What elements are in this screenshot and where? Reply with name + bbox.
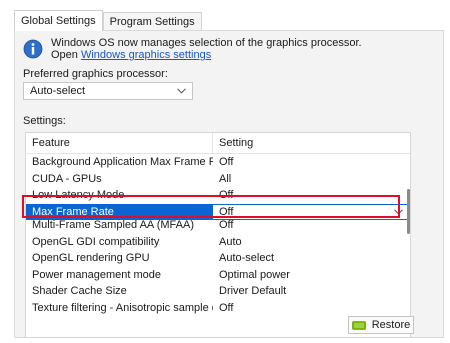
restore-label: Restore — [371, 319, 411, 331]
setting-cell: Optimal power — [219, 268, 290, 281]
setting-dropdown[interactable]: Off — [213, 204, 407, 219]
table-row[interactable]: Shader Cache Size Driver Default — [26, 283, 410, 300]
chevron-down-icon — [177, 88, 186, 94]
windows-graphics-settings-link[interactable]: Windows graphics settings — [81, 49, 211, 61]
setting-cell: Off — [219, 156, 234, 168]
setting-cell: Off — [219, 301, 234, 314]
table-row[interactable]: OpenGL rendering GPU Auto-select — [26, 250, 410, 267]
preferred-gpu-select[interactable]: Auto-select — [23, 82, 193, 100]
info-text: Windows OS now manages selection of the … — [51, 37, 362, 61]
settings-label: Settings: — [23, 115, 66, 127]
table-row[interactable]: Texture filtering - Anisotropic sample o… — [26, 300, 410, 317]
feature-cell: CUDA - GPUs — [32, 172, 102, 185]
chevron-down-icon — [394, 209, 403, 215]
info-line-2: Open Windows graphics settings — [51, 49, 362, 61]
feature-cell: Power management mode — [32, 268, 162, 281]
table-row[interactable]: OpenGL GDI compatibility Auto — [26, 234, 410, 251]
info-notice: Windows OS now manages selection of the … — [23, 37, 362, 61]
table-row[interactable]: Power management mode Optimal power — [26, 267, 410, 284]
feature-cell: OpenGL GDI compatibility — [32, 235, 160, 248]
settings-table-header: Feature Setting — [26, 133, 410, 154]
feature-cell: Texture filtering - Anisotropic sample o… — [32, 301, 213, 314]
setting-cell: Off — [219, 189, 234, 201]
info-line-1: Windows OS now manages selection of the … — [51, 37, 362, 49]
table-row[interactable]: CUDA - GPUs All — [26, 171, 410, 188]
setting-dropdown-value: Off — [219, 205, 234, 218]
setting-cell: Driver Default — [219, 285, 287, 297]
feature-cell: Background Application Max Frame Rate — [32, 156, 213, 168]
table-row[interactable]: Low Latency Mode Off — [26, 187, 410, 204]
info-icon — [23, 39, 43, 59]
feature-cell: Shader Cache Size — [32, 285, 127, 297]
tab-global-settings[interactable]: Global Settings — [14, 10, 103, 31]
tab-program-settings[interactable]: Program Settings — [102, 12, 202, 31]
global-settings-panel: Windows OS now manages selection of the … — [14, 30, 444, 338]
setting-cell: Auto-select — [219, 252, 275, 264]
setting-cell: All — [219, 172, 232, 185]
tab-strip: Global Settings Program Settings — [14, 10, 202, 31]
setting-column-header[interactable]: Setting — [213, 133, 253, 153]
preferred-gpu-value: Auto-select — [30, 85, 86, 97]
feature-cell: Low Latency Mode — [32, 189, 125, 201]
nvidia-restore-icon — [351, 320, 366, 330]
setting-cell: Auto — [219, 235, 242, 248]
info-open-prefix: Open — [51, 49, 81, 61]
table-row-selected[interactable]: Max Frame Rate Off — [26, 203, 410, 220]
preferred-gpu-label: Preferred graphics processor: — [23, 68, 168, 80]
feature-cell: OpenGL rendering GPU — [32, 252, 150, 264]
table-row[interactable]: Background Application Max Frame Rate Of… — [26, 154, 410, 171]
table-scrollbar-thumb[interactable] — [407, 189, 410, 234]
restore-button[interactable]: Restore — [348, 316, 414, 334]
feature-cell: Max Frame Rate — [32, 205, 114, 218]
feature-column-header[interactable]: Feature — [26, 133, 213, 153]
settings-table: Feature Setting Background Application M… — [25, 132, 411, 338]
